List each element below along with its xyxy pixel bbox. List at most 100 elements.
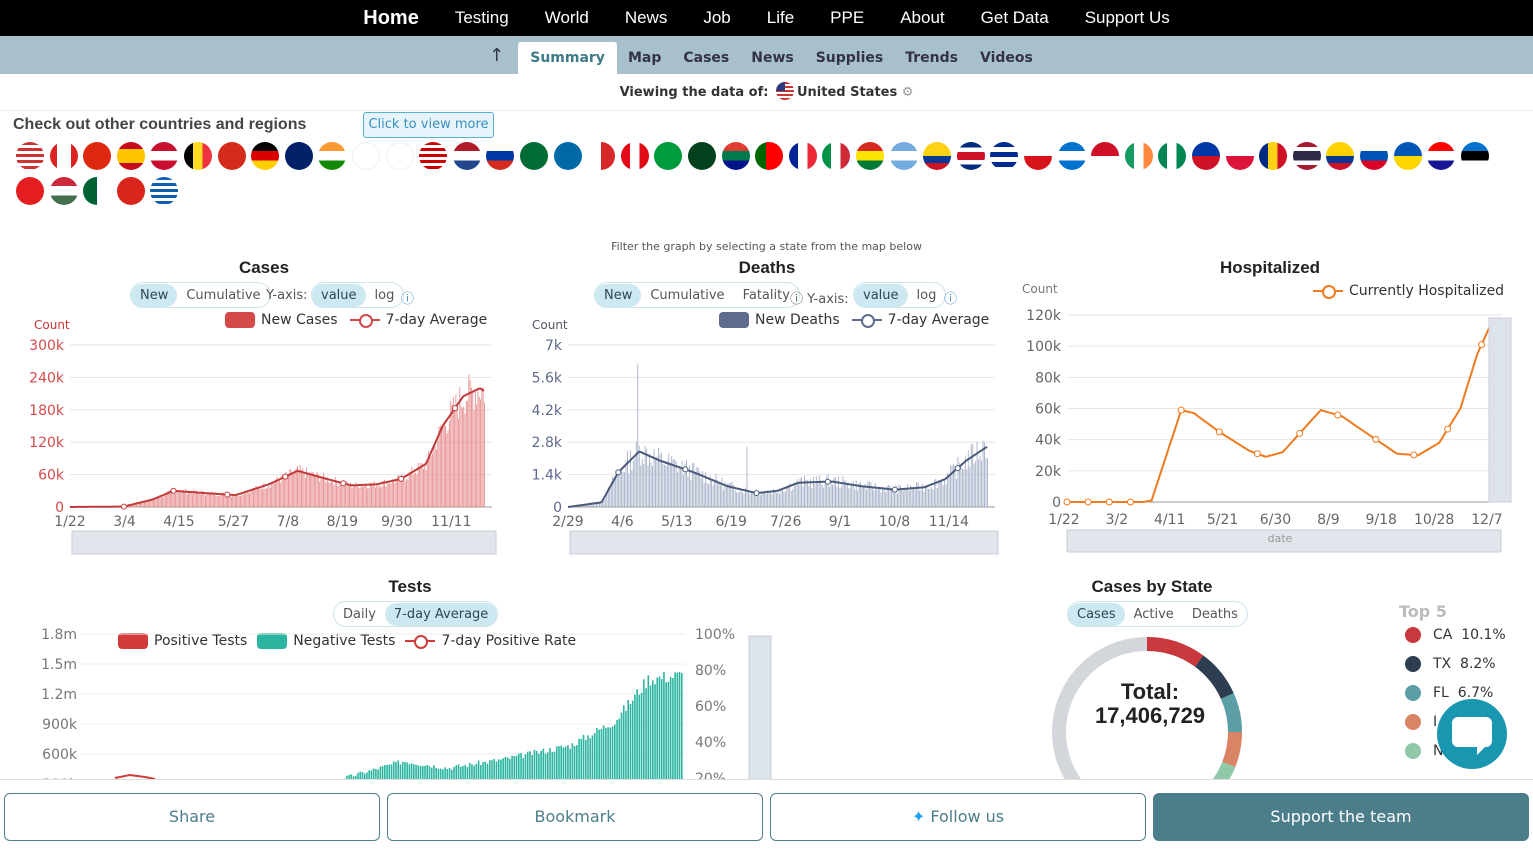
- legend-currently-hospitalized[interactable]: Currently Hospitalized: [1349, 283, 1504, 299]
- nav-ppe[interactable]: PPE: [830, 8, 864, 28]
- nav-testing[interactable]: Testing: [455, 8, 509, 28]
- cases-chart[interactable]: 060k120k180k240k300k1/22 3/4 4/15 5/27 7/8 8/…: [20, 330, 510, 560]
- country-flag-icon[interactable]: [49, 177, 78, 205]
- deaths-cumulative-option[interactable]: Cumulative: [641, 284, 733, 307]
- tab-news[interactable]: News: [740, 42, 804, 74]
- deaths-log-option[interactable]: log: [908, 284, 946, 307]
- legend-new-deaths[interactable]: New Deaths: [755, 312, 840, 328]
- tab-map[interactable]: Map: [617, 42, 672, 74]
- country-flag-icon[interactable]: [452, 142, 481, 170]
- country-flag-icon[interactable]: [16, 177, 44, 205]
- nav-life[interactable]: Life: [767, 8, 794, 28]
- country-flag-icon[interactable]: [150, 142, 179, 170]
- viewing-country-name[interactable]: United States: [797, 85, 897, 100]
- country-flag-icon[interactable]: [1225, 142, 1254, 170]
- tab-supplies[interactable]: Supplies: [805, 42, 895, 74]
- info-icon[interactable]: ⓘ: [401, 288, 414, 307]
- country-flag-icon[interactable]: [217, 142, 246, 170]
- hospitalized-chart[interactable]: 0 20k 40k 60k 80k 100k 120k 1/22 3/2 4/11 5/21 6/30…: [1015, 300, 1525, 560]
- top5-item[interactable]: I: [1405, 714, 1437, 730]
- country-flag-icon[interactable]: [419, 142, 448, 170]
- top5-item[interactable]: N: [1405, 743, 1443, 759]
- top5-item[interactable]: FL 6.7%: [1405, 685, 1493, 701]
- country-flag-icon[interactable]: [1091, 142, 1120, 170]
- nav-job[interactable]: Job: [703, 8, 730, 28]
- cases-value-option[interactable]: value: [312, 283, 366, 307]
- country-flag-icon[interactable]: [654, 142, 683, 170]
- nav-world[interactable]: World: [545, 8, 589, 28]
- country-flag-icon[interactable]: [284, 142, 313, 170]
- country-flag-icon[interactable]: [553, 142, 582, 170]
- country-flag-icon[interactable]: [788, 142, 817, 170]
- country-flag-icon[interactable]: [251, 142, 280, 170]
- support-team-button[interactable]: Support the team: [1153, 793, 1529, 841]
- gear-icon[interactable]: ⚙: [902, 85, 914, 100]
- country-flag-icon[interactable]: [688, 142, 716, 170]
- legend-7day-average[interactable]: 7-day Average: [888, 312, 990, 328]
- country-flag-icon[interactable]: [49, 142, 78, 170]
- country-flag-icon[interactable]: [16, 142, 44, 170]
- country-flag-icon[interactable]: [1326, 142, 1355, 170]
- tests-chart[interactable]: 300k600k900k1.2m1.5m1.8m20%40%60%80%100%: [20, 620, 790, 780]
- tab-summary[interactable]: Summary: [518, 42, 617, 74]
- cases-log-option[interactable]: log: [366, 284, 404, 307]
- tab-cases[interactable]: Cases: [672, 42, 740, 74]
- country-flag-icon[interactable]: [889, 142, 918, 170]
- country-flag-icon[interactable]: [318, 142, 347, 170]
- cases-cumulative-option[interactable]: Cumulative: [177, 284, 269, 307]
- nav-about[interactable]: About: [900, 8, 944, 28]
- nav-support-us[interactable]: Support Us: [1085, 8, 1170, 28]
- country-flag-icon[interactable]: [856, 142, 884, 170]
- country-flag-icon[interactable]: [1124, 142, 1153, 170]
- follow-us-button[interactable]: ✦ Follow us: [770, 793, 1146, 841]
- state-cases-option[interactable]: Cases: [1068, 602, 1125, 626]
- cases-new-option[interactable]: New: [131, 283, 178, 307]
- legend-new-cases[interactable]: New Cases: [261, 312, 338, 328]
- top5-item[interactable]: CA 10.1%: [1405, 627, 1506, 643]
- country-flag-icon[interactable]: [1024, 142, 1052, 170]
- bookmark-button[interactable]: Bookmark: [387, 793, 763, 841]
- country-flag-icon[interactable]: [1259, 142, 1288, 170]
- country-flag-icon[interactable]: [1057, 142, 1086, 170]
- deaths-value-option[interactable]: value: [854, 283, 908, 307]
- country-flag-icon[interactable]: [1427, 142, 1456, 170]
- country-flag-icon[interactable]: [352, 142, 380, 170]
- country-flag-icon[interactable]: [83, 177, 112, 205]
- state-active-option[interactable]: Active: [1125, 603, 1183, 626]
- country-flag-icon[interactable]: [520, 142, 548, 170]
- country-flag-icon[interactable]: [116, 142, 145, 170]
- country-flag-icon[interactable]: [1360, 142, 1388, 170]
- country-flag-icon[interactable]: [990, 142, 1019, 170]
- deaths-new-option[interactable]: New: [595, 283, 642, 307]
- country-flag-icon[interactable]: [822, 142, 851, 170]
- top5-item[interactable]: TX 8.2%: [1405, 656, 1496, 672]
- legend-7day-average[interactable]: 7-day Average: [386, 312, 488, 328]
- country-flag-icon[interactable]: [83, 142, 112, 170]
- deaths-chart[interactable]: 01.4k2.8k4.2k5.6k7k2/29 4/6 5/13 6/19 7/26 9/…: [520, 330, 1010, 560]
- country-flag-icon[interactable]: [1192, 142, 1220, 170]
- country-flag-icon[interactable]: [956, 142, 985, 170]
- country-flag-icon[interactable]: [184, 142, 212, 170]
- country-flag-icon[interactable]: [721, 142, 750, 170]
- arrow-up-icon[interactable]: ↑: [489, 45, 504, 74]
- country-flag-icon[interactable]: [1393, 142, 1422, 170]
- nav-get-data[interactable]: Get Data: [981, 8, 1049, 28]
- country-flag-icon[interactable]: [1460, 142, 1489, 170]
- country-flag-icon[interactable]: [1292, 142, 1321, 170]
- info-icon[interactable]: ⓘ: [944, 288, 957, 307]
- country-flag-icon[interactable]: [116, 177, 145, 205]
- share-button[interactable]: Share: [4, 793, 380, 841]
- nav-news[interactable]: News: [625, 8, 668, 28]
- country-flag-icon[interactable]: [587, 142, 616, 170]
- country-flag-icon[interactable]: [755, 142, 784, 170]
- country-flag-icon[interactable]: [385, 142, 414, 170]
- country-flag-icon[interactable]: [150, 177, 179, 205]
- tab-trends[interactable]: Trends: [894, 42, 969, 74]
- chat-button[interactable]: [1437, 699, 1507, 769]
- nav-home[interactable]: Home: [363, 7, 419, 30]
- country-flag-icon[interactable]: [1158, 142, 1187, 170]
- country-flag-icon[interactable]: [486, 142, 515, 170]
- state-deaths-option[interactable]: Deaths: [1183, 603, 1247, 626]
- country-flag-icon[interactable]: [620, 142, 649, 170]
- country-flag-icon[interactable]: [923, 142, 952, 170]
